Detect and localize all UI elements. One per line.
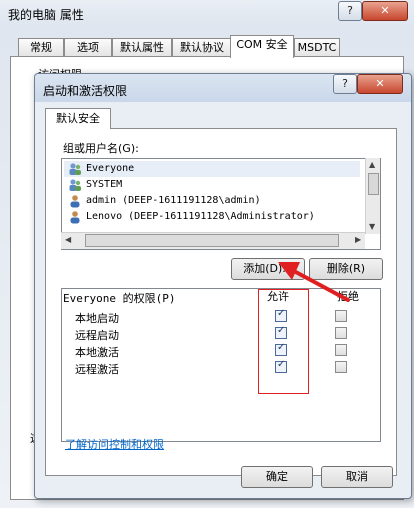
outer-window-title: 我的电脑 属性 bbox=[8, 8, 84, 22]
scroll-right-icon[interactable]: ▶ bbox=[355, 235, 361, 244]
user-name: Lenovo (DEEP-1611191128\Administrator) bbox=[86, 211, 315, 222]
permission-name: 本地激活 bbox=[75, 346, 119, 359]
user-icon bbox=[70, 211, 80, 224]
user-name: SYSTEM bbox=[86, 179, 123, 190]
scroll-down-icon[interactable]: ▼ bbox=[369, 222, 375, 231]
tab-default-security[interactable]: 默认安全 bbox=[45, 108, 111, 129]
deny-column-label: 拒绝 bbox=[337, 290, 359, 303]
dialog-title: 启动和激活权限 bbox=[43, 84, 128, 98]
remove-button[interactable]: 删除(R) bbox=[309, 258, 383, 280]
permission-name: 远程激活 bbox=[75, 363, 119, 376]
group-or-user-label: 组或用户名(G): bbox=[63, 142, 139, 155]
tab-general[interactable]: 常规 bbox=[18, 38, 64, 57]
scroll-left-icon[interactable]: ◀ bbox=[65, 235, 71, 244]
permission-name: 远程启动 bbox=[75, 329, 119, 342]
outer-close-button[interactable]: ✕ bbox=[362, 1, 408, 21]
deny-checkbox[interactable] bbox=[335, 361, 347, 373]
deny-checkbox[interactable] bbox=[335, 344, 347, 356]
user-name: admin (DEEP-1611191128\admin) bbox=[86, 195, 261, 206]
tab-options[interactable]: 选项 bbox=[64, 38, 112, 57]
outer-help-button[interactable]: ? bbox=[338, 1, 362, 21]
ok-button[interactable]: 确定 bbox=[241, 466, 313, 488]
dialog-help-button[interactable]: ? bbox=[333, 74, 357, 94]
launch-activation-dialog: 启动和激活权限 ? ✕ 默认安全 组或用户名(G): Everyone SYST… bbox=[34, 73, 412, 499]
tab-default-protocols[interactable]: 默认协议 bbox=[172, 38, 232, 57]
tab-com-security[interactable]: COM 安全 bbox=[230, 35, 294, 58]
users-group-icon bbox=[69, 163, 81, 175]
deny-checkbox[interactable] bbox=[335, 310, 347, 322]
dialog-close-button[interactable]: ✕ bbox=[357, 74, 403, 94]
users-group-icon bbox=[69, 179, 81, 191]
user-icon bbox=[70, 195, 80, 208]
permissions-header: Everyone 的权限(P) bbox=[63, 292, 176, 305]
tab-default-properties[interactable]: 默认属性 bbox=[112, 38, 172, 57]
horizontal-scroll-thumb[interactable] bbox=[85, 234, 339, 247]
vertical-scroll-thumb[interactable] bbox=[368, 173, 379, 195]
scroll-up-icon[interactable]: ▲ bbox=[369, 160, 375, 169]
cancel-button[interactable]: 取消 bbox=[321, 466, 393, 488]
user-name: Everyone bbox=[86, 163, 135, 174]
deny-checkbox[interactable] bbox=[335, 327, 347, 339]
access-control-help-link[interactable]: 了解访问控制和权限 bbox=[65, 436, 164, 452]
permission-name: 本地启动 bbox=[75, 312, 119, 325]
add-button[interactable]: 添加(D)... bbox=[231, 258, 305, 280]
list-item[interactable]: Everyone bbox=[64, 161, 360, 177]
tab-msdtc[interactable]: MSDTC bbox=[294, 38, 340, 57]
allow-column-highlight bbox=[258, 289, 309, 394]
